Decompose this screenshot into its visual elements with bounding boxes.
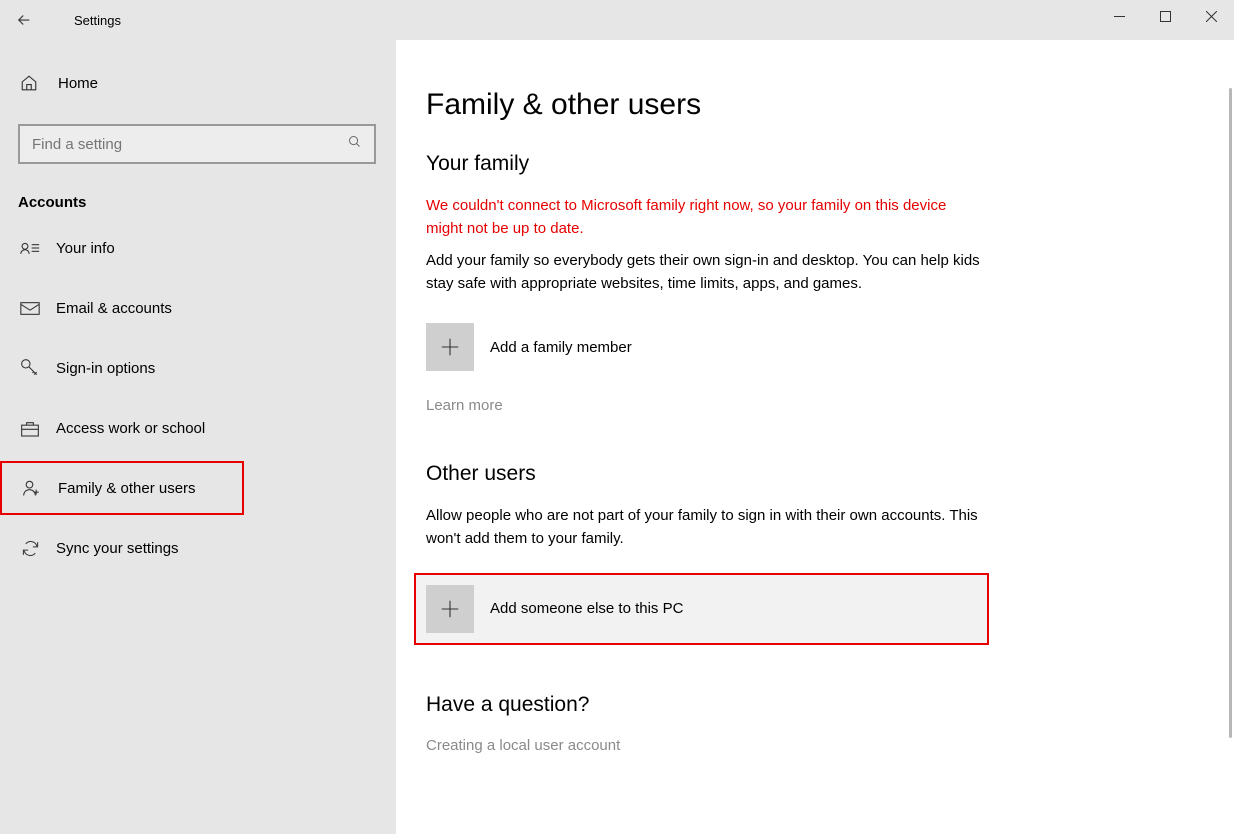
sidebar-item-label: Sign-in options [56, 360, 155, 377]
home-label: Home [58, 75, 98, 92]
sidebar-item-your-info[interactable]: Your info [0, 221, 396, 275]
sidebar-item-label: Your info [56, 240, 115, 257]
sidebar-item-sync[interactable]: Sync your settings [0, 521, 396, 575]
sidebar-item-email[interactable]: Email & accounts [0, 281, 396, 335]
sidebar-item-work[interactable]: Access work or school [0, 401, 396, 455]
person-card-icon [18, 240, 42, 256]
family-description: Add your family so everybody gets their … [426, 249, 986, 296]
sidebar-item-label: Access work or school [56, 420, 205, 437]
home-nav[interactable]: Home [0, 56, 396, 110]
other-users-description: Allow people who are not part of your fa… [426, 504, 986, 551]
back-button[interactable] [0, 0, 48, 40]
close-button[interactable] [1188, 0, 1234, 32]
add-family-member-button[interactable]: Add a family member [426, 317, 986, 377]
maximize-button[interactable] [1142, 0, 1188, 32]
learn-more-link[interactable]: Learn more [426, 397, 986, 414]
plus-icon [426, 585, 474, 633]
search-icon [347, 134, 362, 154]
other-users-heading: Other users [426, 462, 986, 486]
sidebar-category: Accounts [18, 194, 396, 211]
sidebar-item-label: Sync your settings [56, 540, 179, 557]
search-box[interactable] [18, 124, 376, 164]
minimize-icon [1114, 11, 1125, 22]
sync-icon [18, 539, 42, 558]
page-title: Family & other users [426, 88, 986, 122]
people-icon [20, 479, 44, 497]
titlebar: Settings [0, 0, 1234, 40]
add-someone-label: Add someone else to this PC [490, 600, 683, 617]
content-area: Family & other users Your family We coul… [396, 40, 1234, 834]
family-heading: Your family [426, 152, 986, 176]
question-link[interactable]: Creating a local user account [426, 737, 986, 754]
sidebar-item-family[interactable]: Family & other users [0, 461, 244, 515]
scrollbar[interactable] [1229, 88, 1232, 738]
briefcase-icon [18, 420, 42, 437]
family-error-text: We couldn't connect to Microsoft family … [426, 194, 986, 241]
minimize-button[interactable] [1096, 0, 1142, 32]
sidebar-item-signin[interactable]: Sign-in options [0, 341, 396, 395]
home-icon [18, 74, 40, 92]
sidebar-item-label: Email & accounts [56, 300, 172, 317]
plus-icon [426, 323, 474, 371]
close-icon [1206, 11, 1217, 22]
search-input[interactable] [32, 136, 347, 153]
maximize-icon [1160, 11, 1171, 22]
arrow-left-icon [15, 11, 33, 29]
key-icon [18, 358, 42, 378]
sidebar-item-label: Family & other users [58, 480, 196, 497]
add-family-label: Add a family member [490, 339, 632, 356]
window-title: Settings [74, 13, 121, 28]
email-icon [18, 301, 42, 316]
add-someone-else-button[interactable]: Add someone else to this PC [414, 573, 989, 645]
question-heading: Have a question? [426, 693, 986, 717]
window-controls [1096, 0, 1234, 32]
sidebar: Home Accounts Your info Email & accounts [0, 40, 396, 834]
